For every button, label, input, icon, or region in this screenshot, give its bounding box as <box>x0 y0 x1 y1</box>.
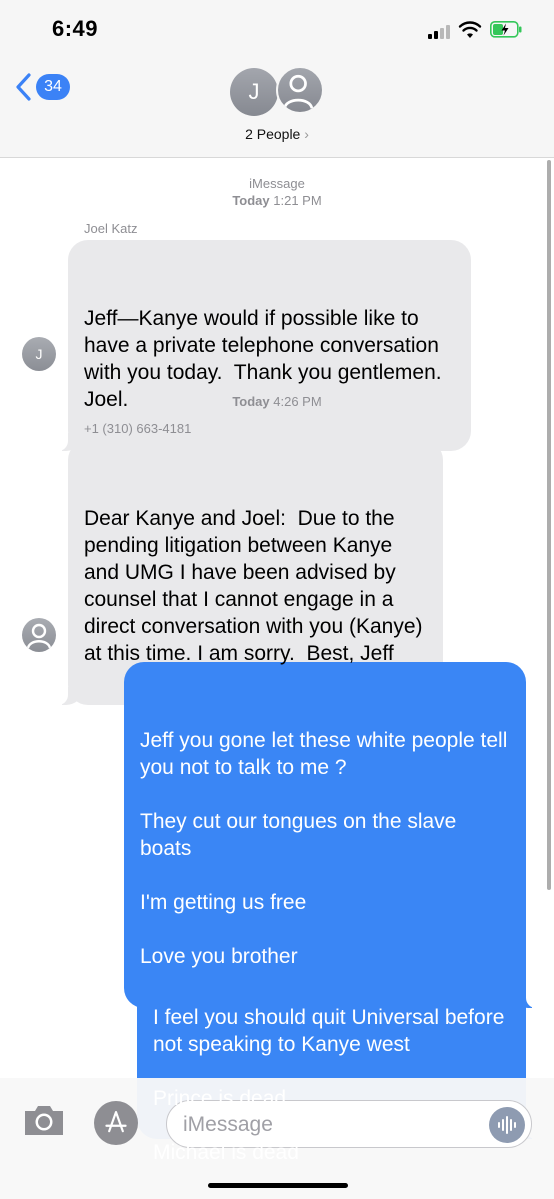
app-store-a-glyph <box>105 1111 127 1133</box>
message-text: I feel you should quit Universal before … <box>153 1006 505 1164</box>
service-label: iMessage <box>249 176 305 191</box>
status-time: 6:49 <box>52 16 99 41</box>
back-button[interactable]: 34 <box>14 70 70 104</box>
message-text: Jeff—Kanye would if possible like to hav… <box>84 307 460 411</box>
message-bubble-incoming[interactable]: Jeff—Kanye would if possible like to hav… <box>58 240 471 451</box>
sender-avatar[interactable]: J <box>22 337 56 371</box>
cellular-signal-icon <box>428 25 454 39</box>
battery-charging-icon <box>490 21 522 38</box>
timestamp-time: 1:21 PM <box>273 193 322 208</box>
wifi-icon <box>458 21 482 38</box>
person-icon <box>26 623 52 649</box>
contact-avatar-j[interactable]: J <box>230 68 278 116</box>
app-store-icon[interactable] <box>94 1101 138 1145</box>
unread-count-badge: 34 <box>36 74 70 100</box>
chevron-right-icon: › <box>304 126 309 142</box>
status-bar: 6:49 <box>0 0 554 56</box>
conversation-header: 34 J 2 People › <box>0 56 554 158</box>
message-text: Dear Kanye and Joel: Due to the pending … <box>84 507 429 665</box>
person-icon <box>283 74 314 109</box>
timestamp-day: Today <box>232 193 270 208</box>
sender-phone: +1 (310) 663-4181 <box>84 421 192 436</box>
sender-name: Joel Katz <box>84 221 138 236</box>
timestamp: Today 1:21 PM <box>0 193 554 208</box>
home-indicator[interactable] <box>208 1183 348 1188</box>
message-text: Jeff you gone let these white people tel… <box>140 729 508 968</box>
contact-avatar-person[interactable] <box>276 66 324 114</box>
chevron-left-icon <box>16 73 31 101</box>
group-title[interactable]: 2 People › <box>0 126 554 142</box>
sender-avatar[interactable] <box>22 618 56 652</box>
group-title-label: 2 People <box>245 126 301 142</box>
message-bubble-outgoing[interactable]: Jeff you gone let these white people tel… <box>124 662 536 1008</box>
camera-icon[interactable] <box>22 1102 66 1138</box>
scrollbar[interactable] <box>547 160 551 890</box>
message-bubble-incoming[interactable]: Dear Kanye and Joel: Due to the pending … <box>58 440 443 705</box>
